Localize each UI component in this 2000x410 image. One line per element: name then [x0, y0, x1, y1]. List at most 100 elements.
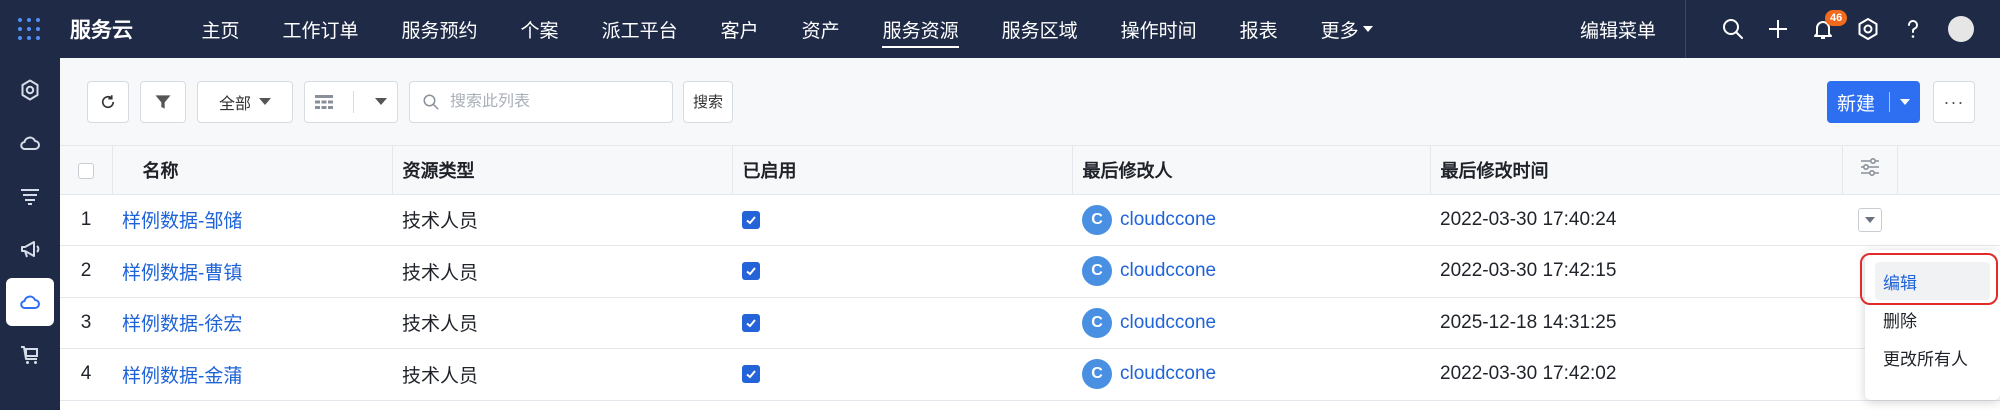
- user-avatar: C: [1082, 307, 1112, 338]
- menu-item-change-owner[interactable]: 更改所有人: [1865, 338, 2000, 376]
- select-all-cell: [60, 146, 113, 195]
- chevron-down-icon: [1362, 26, 1373, 32]
- top-navigation-bar: 服务云 主页 工作订单 服务预约 个案 派工平台 客户 资产 服务资源 服务区域…: [0, 0, 2000, 58]
- nav-item-customers[interactable]: 客户: [699, 0, 780, 58]
- enabled-cell: [732, 297, 1072, 349]
- app-name: 服务云: [70, 19, 133, 42]
- user-avatar: C: [1082, 204, 1112, 235]
- modifier-link[interactable]: cloudccone: [1120, 312, 1216, 334]
- modifier-link[interactable]: cloudccone: [1120, 209, 1216, 231]
- record-name-link[interactable]: 样例数据-邹储: [122, 211, 242, 232]
- header-spacer: [1897, 146, 2000, 195]
- row-number: 4: [60, 348, 112, 401]
- search-icon[interactable]: [1710, 0, 1755, 58]
- chevron-down-icon: [1900, 99, 1910, 105]
- nav-item-service-appointments[interactable]: 服务预约: [380, 0, 499, 58]
- new-button[interactable]: 新建: [1827, 81, 1920, 123]
- refresh-button[interactable]: [87, 80, 129, 123]
- checkmark-icon: [746, 319, 756, 328]
- menu-item-delete[interactable]: 删除: [1865, 300, 2000, 338]
- row-actions-cell: [1842, 194, 1897, 246]
- chevron-down-icon: [1864, 217, 1875, 224]
- sidebar-item-campaigns[interactable]: [6, 225, 54, 273]
- new-button-dropdown[interactable]: [1890, 99, 1920, 105]
- nav-item-home[interactable]: 主页: [180, 0, 261, 58]
- column-settings-icon[interactable]: [1860, 158, 1880, 177]
- edit-menu-link[interactable]: 编辑菜单: [1580, 0, 1656, 58]
- plus-icon[interactable]: [1755, 0, 1800, 58]
- nav-item-assets[interactable]: 资产: [780, 0, 861, 58]
- column-settings-cell: [1842, 146, 1898, 195]
- checkmark-icon: [746, 267, 756, 276]
- column-header-resource-type[interactable]: 资源类型: [392, 146, 733, 195]
- table-header-row: 名称 资源类型 已启用 最后修改人 最后修改时间: [60, 146, 2000, 195]
- name-cell: 样例数据-邹储: [112, 194, 392, 246]
- column-header-name[interactable]: 名称: [112, 146, 393, 195]
- search-input[interactable]: [450, 92, 650, 111]
- table-row: 3 样例数据-徐宏 技术人员 Ccloudccone 2025-12-18 14…: [60, 297, 2000, 349]
- scope-select[interactable]: 全部: [197, 80, 293, 123]
- nav-item-cases[interactable]: 个案: [499, 0, 580, 58]
- column-header-enabled[interactable]: 已启用: [732, 146, 1073, 195]
- nav-item-service-territories[interactable]: 服务区域: [980, 0, 1099, 58]
- filter-list-icon: [21, 189, 39, 205]
- modifier-cell: Ccloudccone: [1072, 245, 1430, 298]
- table-row: 2 样例数据-曹镇 技术人员 Ccloudccone 2022-03-30 17…: [60, 245, 2000, 298]
- nav-item-more[interactable]: 更多: [1299, 0, 1394, 58]
- user-avatar: C: [1082, 359, 1112, 390]
- modifier-link[interactable]: cloudccone: [1120, 363, 1216, 385]
- nav-item-dispatch[interactable]: 派工平台: [580, 0, 699, 58]
- column-header-last-modified-by[interactable]: 最后修改人: [1072, 146, 1431, 195]
- nav-item-reports[interactable]: 报表: [1218, 0, 1299, 58]
- chevron-down-icon: [374, 98, 387, 105]
- search-icon: [423, 94, 439, 109]
- resource-type-cell: 技术人员: [392, 348, 732, 401]
- nav-more-label: 更多: [1320, 20, 1359, 42]
- user-avatar[interactable]: [1935, 0, 1980, 58]
- enabled-checkbox: [742, 210, 760, 229]
- bell-icon[interactable]: 46: [1800, 0, 1848, 58]
- select-all-checkbox[interactable]: [77, 162, 94, 179]
- filter-button[interactable]: [140, 80, 186, 123]
- name-cell: 样例数据-金蒲: [112, 348, 392, 401]
- highlight-annotation: [1860, 253, 1998, 305]
- checkmark-icon: [746, 216, 756, 225]
- record-name-link[interactable]: 样例数据-徐宏: [122, 314, 242, 335]
- sidebar-item-cloud[interactable]: [6, 119, 54, 167]
- app-launcher-icon[interactable]: [0, 0, 58, 58]
- row-actions-dropdown[interactable]: [1857, 208, 1882, 233]
- megaphone-icon: [21, 241, 40, 258]
- nav-items: 主页 工作订单 服务预约 个案 派工平台 客户 资产 服务资源 服务区域 操作时…: [180, 0, 1394, 58]
- list-toolbar: 全部 搜索 新建 ···: [60, 58, 2000, 146]
- nav-item-service-resources[interactable]: 服务资源: [861, 0, 980, 58]
- table-row: 4 样例数据-金蒲 技术人员 Ccloudccone 2022-03-30 17…: [60, 348, 2000, 401]
- name-cell: 样例数据-曹镇: [112, 245, 392, 298]
- user-avatar: C: [1082, 256, 1112, 287]
- checkmark-icon: [746, 370, 756, 379]
- nav-item-operating-hours[interactable]: 操作时间: [1099, 0, 1218, 58]
- nav-item-work-orders[interactable]: 工作订单: [261, 0, 380, 58]
- sidebar-item-service-cloud[interactable]: [6, 278, 54, 326]
- gear-icon: [21, 79, 39, 101]
- cloud-icon: [20, 136, 40, 150]
- settings-icon[interactable]: [1845, 0, 1890, 58]
- more-actions-button[interactable]: ···: [1933, 81, 1975, 123]
- search-button[interactable]: 搜索: [683, 80, 733, 123]
- notification-badge: 46: [1825, 10, 1848, 26]
- sidebar-item-filter[interactable]: [6, 172, 54, 220]
- column-header-last-modified-time[interactable]: 最后修改时间: [1430, 146, 1843, 195]
- sidebar-item-settings[interactable]: [6, 66, 54, 114]
- resource-type-cell: 技术人员: [392, 297, 732, 349]
- scope-label: 全部: [218, 95, 251, 113]
- list-view-card: 全部 搜索 新建 ···: [60, 58, 2000, 410]
- nav-utility-icons: 46: [1710, 0, 1980, 58]
- sidebar-item-commerce[interactable]: [6, 331, 54, 379]
- help-icon[interactable]: [1890, 0, 1935, 58]
- enabled-checkbox: [742, 262, 760, 281]
- row-spacer: [1897, 194, 2000, 246]
- record-name-link[interactable]: 样例数据-曹镇: [122, 263, 242, 284]
- record-name-link[interactable]: 样例数据-金蒲: [122, 366, 242, 387]
- cloud-icon: [20, 295, 40, 309]
- modifier-link[interactable]: cloudccone: [1120, 260, 1216, 282]
- view-select[interactable]: [304, 80, 398, 123]
